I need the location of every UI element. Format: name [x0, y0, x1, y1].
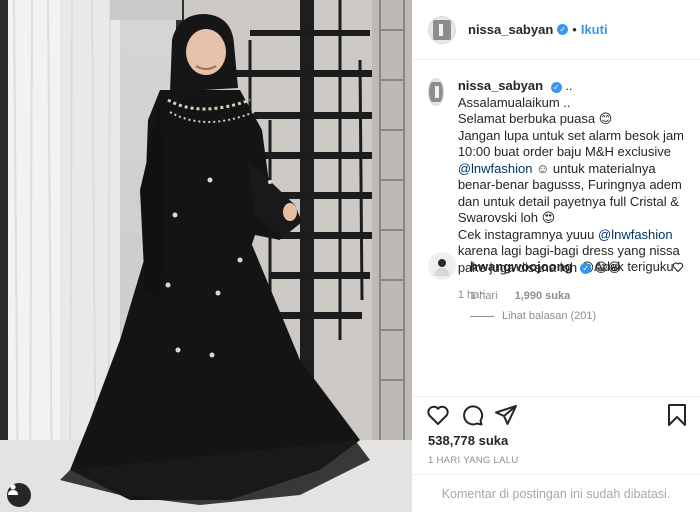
caption-line: dan untuk detail payetnya full Cristal & — [457, 193, 679, 209]
caption-avatar[interactable] — [428, 78, 444, 106]
verified-badge-icon: ✓ — [557, 24, 569, 35]
post-photo[interactable] — [0, 0, 412, 512]
post-side-panel: nissa_sabyan ✓ • Ikuti nissa_sabyan ✓ ..… — [412, 0, 700, 512]
comment-avatar[interactable] — [428, 252, 456, 280]
photo-illustration — [0, 0, 412, 512]
action-bar — [412, 396, 700, 436]
mention-link[interactable]: @lnwfashion — [458, 161, 533, 176]
view-replies-button[interactable]: Lihat balasan (201) — [470, 310, 596, 322]
caption-line: Assalamualaikum .. — [457, 94, 571, 110]
caption-line-mention[interactable]: @lnwfashion ☺ untuk materialnya — [458, 161, 684, 178]
caption-line-mention[interactable]: Cek instagramnya yuuu @lnwfashion — [458, 227, 684, 244]
comment-time[interactable]: 1 hari — [470, 290, 498, 302]
comment-meta: 1 hari 1,990 suka — [470, 288, 674, 305]
caption-line: Swarovski loh 😍 — [457, 210, 556, 225]
caption-suffix: .. — [565, 78, 573, 93]
comments-disabled-notice: Komentar di postingan ini sudah dibatasi… — [412, 474, 700, 512]
follow-button[interactable]: Ikuti — [581, 22, 608, 37]
comment-icon[interactable] — [460, 403, 484, 432]
comments-section[interactable]: nissa_sabyan ✓ .. Assalamualaikum .. Sel… — [412, 60, 700, 396]
heart-icon[interactable] — [426, 403, 450, 432]
post-header: nissa_sabyan ✓ • Ikuti — [412, 0, 700, 60]
user-tag-icon[interactable] — [7, 483, 31, 507]
post-username[interactable]: nissa_sabyan — [468, 22, 553, 37]
share-icon[interactable] — [494, 403, 518, 432]
comment-likes[interactable]: 1,990 suka — [515, 290, 571, 302]
caption-line: Jangan lupa untuk set alarm besok jam — [457, 127, 684, 143]
comment-like-heart-icon[interactable] — [672, 260, 684, 278]
comment-text: Adek teriguku — [594, 259, 674, 274]
caption-line: benar-benar bagusss, Furingnya adem — [457, 177, 682, 192]
avatar[interactable] — [428, 15, 456, 44]
view-replies-label: Lihat balasan (201) — [502, 310, 597, 322]
post-timestamp[interactable]: 1 HARI YANG LALU — [428, 455, 519, 466]
mention-link[interactable]: @lnwfashion — [598, 227, 673, 242]
comment-username[interactable]: hwangwoojoong — [470, 259, 573, 274]
separator-dot: • — [572, 22, 577, 37]
comment-item: hwangwoojoong ✓ Adek teriguku 1 hari 1,9… — [428, 252, 684, 304]
verified-badge-icon: ✓ — [580, 263, 592, 274]
bookmark-icon[interactable] — [666, 403, 688, 432]
caption-username[interactable]: nissa_sabyan — [458, 78, 543, 93]
likes-count[interactable]: 538,778 suka — [428, 433, 508, 448]
verified-badge-icon: ✓ — [550, 82, 562, 93]
caption-line: 10:00 buat order baju M&H exclusive — [457, 144, 671, 159]
replies-line — [470, 315, 494, 317]
caption-text: Assalamualaikum .. Selamat berbuka puasa… — [458, 95, 684, 277]
caption-line: Selamat berbuka puasa 😊 — [457, 111, 613, 126]
